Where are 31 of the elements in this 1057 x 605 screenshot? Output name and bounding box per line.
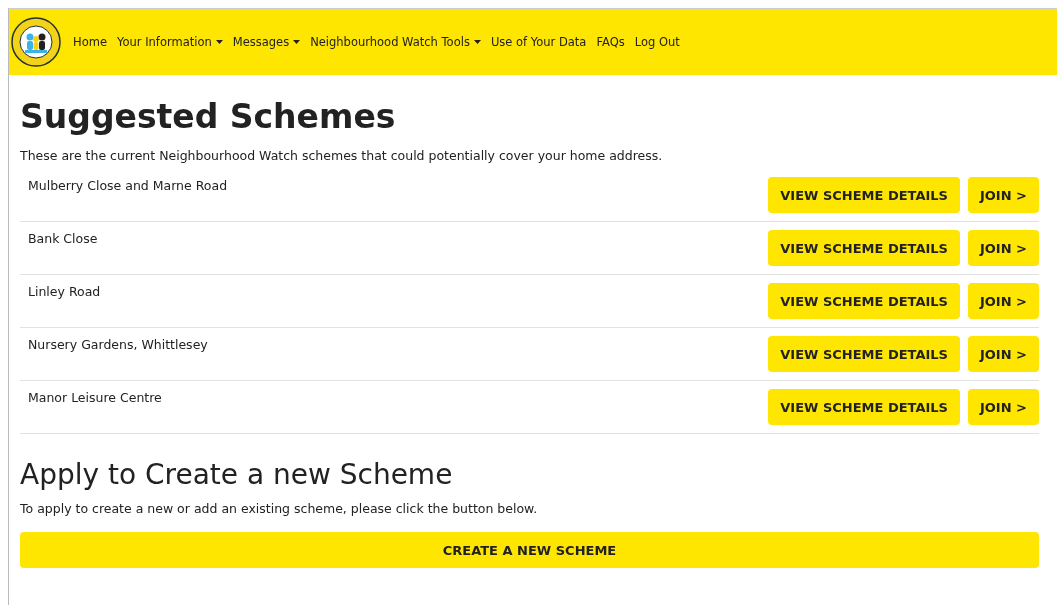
intro-text: These are the current Neighbourhood Watch schemes that could potentially cover your home address.	[20, 148, 664, 163]
view-details-button[interactable]: VIEW SCHEME DETAILS	[768, 230, 960, 266]
nav-dropdown[interactable]: Neighbourhood Watch Tools	[310, 35, 481, 49]
page-title: Suggested Schemes	[20, 97, 397, 136]
caret-icon	[293, 40, 301, 44]
nav-dropdown[interactable]: Messages	[232, 35, 301, 49]
scheme-name: Manor Leisure Centre	[28, 389, 163, 405]
view-details-button[interactable]: VIEW SCHEME DETAILS	[768, 336, 960, 372]
caret-icon	[473, 40, 481, 44]
scheme-name: Bank Close	[28, 230, 99, 246]
nav-link[interactable]: FAQs	[596, 35, 625, 49]
create-scheme-button[interactable]: CREATE A NEW SCHEME	[20, 532, 1039, 568]
join-button[interactable]: JOIN >	[967, 336, 1039, 372]
scheme-name: Mulberry Close and Marne Road	[28, 177, 229, 193]
scheme-name: Linley Road	[28, 283, 102, 299]
nav-link[interactable]: Use of Your Data	[490, 35, 587, 49]
view-details-button[interactable]: VIEW SCHEME DETAILS	[768, 389, 960, 425]
nav-dropdown[interactable]: Your Information	[116, 35, 223, 49]
nav-link[interactable]: Home	[73, 35, 107, 49]
join-button[interactable]: JOIN >	[967, 177, 1039, 213]
section-heading: Apply to Create a new Scheme	[20, 458, 454, 491]
nav-link[interactable]: Log Out	[634, 35, 680, 49]
join-button[interactable]: JOIN >	[967, 389, 1039, 425]
view-details-button[interactable]: VIEW SCHEME DETAILS	[768, 283, 960, 319]
caret-icon	[215, 40, 223, 44]
join-button[interactable]: JOIN >	[967, 283, 1039, 319]
join-button[interactable]: JOIN >	[967, 230, 1039, 266]
view-details-button[interactable]: VIEW SCHEME DETAILS	[768, 177, 960, 213]
logo-icon	[11, 17, 61, 67]
scheme-name: Nursery Gardens, Whittlesey	[28, 336, 209, 352]
instruction-text: To apply to create a new or add an existing scheme, please click the button below.	[20, 501, 539, 516]
